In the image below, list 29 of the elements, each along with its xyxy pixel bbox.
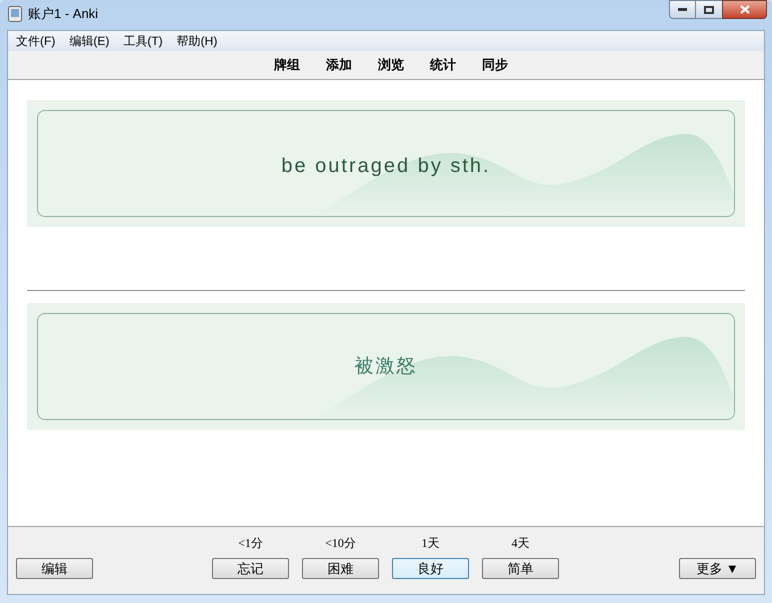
interval-label: <10分: [325, 535, 356, 552]
answer-button[interactable]: 良好: [392, 558, 469, 579]
maximize-icon: [704, 6, 714, 14]
maximize-button[interactable]: [696, 0, 722, 19]
app-icon: [8, 6, 22, 22]
edit-button[interactable]: 编辑: [16, 558, 93, 579]
answer-button[interactable]: 忘记: [212, 558, 289, 579]
toolbar-link[interactable]: 同步: [482, 55, 508, 75]
toolbar-link[interactable]: 添加: [326, 55, 352, 75]
interval-label: 4天: [512, 535, 530, 552]
card-answer: 被激怒: [354, 355, 418, 380]
answer-button[interactable]: 简单: [482, 558, 559, 579]
toolbar-link[interactable]: 浏览: [378, 55, 404, 75]
close-icon: [740, 5, 750, 14]
toolbar-link[interactable]: 统计: [430, 55, 456, 75]
menu-item[interactable]: 文件(F): [12, 32, 60, 50]
minimize-button[interactable]: [669, 0, 696, 19]
minimize-icon: [678, 8, 687, 11]
menu-item[interactable]: 帮助(H): [172, 32, 222, 50]
menu-item[interactable]: 工具(T): [119, 32, 167, 50]
answer-button[interactable]: 困难: [302, 558, 379, 579]
interval-label: 1天: [422, 535, 440, 552]
more-button[interactable]: 更多 ▼: [679, 558, 756, 579]
card-question: be outraged by sth.: [281, 154, 491, 178]
interval-label: <1分: [238, 535, 263, 552]
window-title: 账户1 - Anki: [28, 5, 98, 24]
close-button[interactable]: [722, 0, 767, 19]
menu-item[interactable]: 编辑(E): [65, 32, 114, 50]
toolbar-link[interactable]: 牌组: [274, 55, 300, 75]
